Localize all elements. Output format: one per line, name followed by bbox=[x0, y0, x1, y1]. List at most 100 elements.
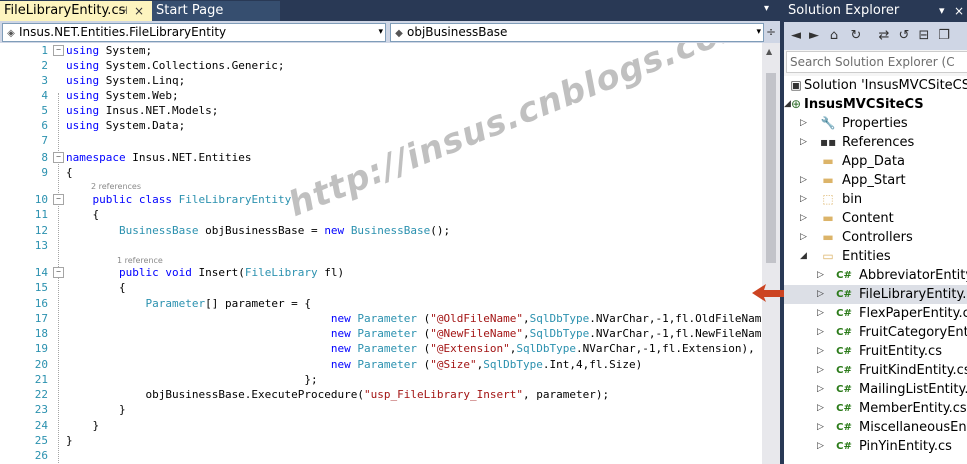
expand-icon[interactable]: ▷ bbox=[817, 418, 824, 437]
tree-item[interactable]: ▷ C# FlexPaperEntity.cs bbox=[784, 304, 967, 323]
expand-icon[interactable]: ▷ bbox=[800, 114, 807, 133]
expand-icon[interactable]: ▷ bbox=[817, 323, 824, 342]
expand-icon[interactable]: ▷ bbox=[800, 133, 807, 152]
tree-item-label: MemberEntity.cs bbox=[859, 401, 967, 416]
forward-icon[interactable]: ► bbox=[806, 28, 822, 44]
tree-item[interactable]: ▷ C# FileLibraryEntity.cs bbox=[784, 285, 967, 304]
expand-icon[interactable]: ▷ bbox=[817, 266, 824, 285]
code-line[interactable]: 5 using Insus.NET.Models; bbox=[0, 103, 762, 118]
tree-item[interactable]: ◢ ▭ Entities bbox=[784, 247, 967, 266]
back-icon[interactable]: ◄ bbox=[788, 28, 804, 44]
code-text: } bbox=[66, 402, 126, 417]
code-area[interactable]: 1− using System; 2 using System.Collections… bbox=[0, 43, 762, 464]
code-line[interactable]: 10− public class FileLibraryEntity bbox=[0, 192, 762, 207]
code-line[interactable]: 14− public void Insert(FileLibrary fl) bbox=[0, 265, 762, 280]
collapse-icon[interactable]: − bbox=[53, 152, 64, 163]
collapse-icon[interactable]: − bbox=[53, 267, 64, 278]
tree-item[interactable]: ▷ ▪▪ References bbox=[784, 133, 967, 152]
expand-icon[interactable]: ▷ bbox=[817, 285, 824, 304]
tree-item-label: Content bbox=[842, 211, 894, 226]
expand-icon[interactable]: ▷ bbox=[817, 342, 824, 361]
collapse-icon[interactable]: − bbox=[53, 45, 64, 56]
search-input[interactable]: Search Solution Explorer (C bbox=[786, 51, 967, 73]
codelens-references[interactable]: 2 references bbox=[91, 181, 141, 192]
sync-icon[interactable]: ⇄ bbox=[876, 28, 892, 44]
scroll-up-icon[interactable]: ▲ bbox=[766, 47, 772, 56]
codelens-references[interactable]: 1 reference bbox=[117, 255, 163, 266]
tree-item[interactable]: ▷ C# PinYinEntity.cs bbox=[784, 437, 967, 456]
code-text: } bbox=[66, 418, 99, 433]
tab-dropdown-icon[interactable]: ▾ bbox=[764, 3, 769, 14]
code-token: SqlDbType bbox=[516, 342, 576, 355]
tree-item[interactable]: ▷ C# FruitEntity.cs bbox=[784, 342, 967, 361]
code-token: using bbox=[66, 89, 100, 102]
code-line[interactable]: 20 new Parameter ("@Size",SqlDbType.Int,… bbox=[0, 357, 762, 372]
expand-icon[interactable]: ▷ bbox=[817, 361, 824, 380]
code-line[interactable]: 25} bbox=[0, 433, 762, 448]
code-line[interactable]: 7 bbox=[0, 133, 762, 148]
code-line[interactable]: 6 using System.Data; bbox=[0, 118, 762, 133]
code-token: FileLibrary bbox=[244, 266, 318, 279]
tree-item[interactable]: ▷ ▬ App_Start bbox=[784, 171, 967, 190]
tree-item[interactable]: ▷ ▬ Content bbox=[784, 209, 967, 228]
tree-item[interactable]: ▷ C# MiscellaneousEntit bbox=[784, 418, 967, 437]
code-line[interactable]: 16 Parameter[] parameter = { bbox=[0, 296, 762, 311]
code-line[interactable]: 26 bbox=[0, 448, 762, 463]
close-icon[interactable]: × bbox=[134, 1, 144, 21]
type-selector-dropdown[interactable]: ◈ Insus.NET.Entities.FileLibraryEntity ▾ bbox=[2, 23, 386, 42]
pin-icon[interactable]: ⊣ bbox=[118, 1, 128, 21]
close-icon[interactable]: × bbox=[954, 0, 964, 22]
code-line[interactable]: 13 bbox=[0, 238, 762, 253]
expand-icon[interactable]: ▷ bbox=[800, 190, 807, 209]
tree-item[interactable]: ◢ ⊕ InsusMVCSiteCS bbox=[784, 95, 967, 114]
expand-icon[interactable]: ▷ bbox=[817, 399, 824, 418]
tree-item[interactable]: ▷ C# AbbreviatorEntity.c bbox=[784, 266, 967, 285]
code-line[interactable]: 24 } bbox=[0, 418, 762, 433]
collapse-icon[interactable]: − bbox=[53, 194, 64, 205]
tree-item[interactable]: ▷ C# MemberEntity.cs bbox=[784, 399, 967, 418]
dropdown-icon[interactable]: ▾ bbox=[939, 0, 945, 22]
show-all-files-icon[interactable]: ❐ bbox=[936, 28, 952, 44]
code-text: }; bbox=[66, 372, 317, 387]
tab-filelibraryentity[interactable]: FileLibraryEntity.cs ⊣ × bbox=[0, 1, 156, 21]
collapse-icon[interactable]: ◢ bbox=[800, 247, 807, 266]
code-line[interactable]: 15 { bbox=[0, 280, 762, 295]
split-window-icon[interactable]: ÷ bbox=[765, 23, 777, 41]
tab-start-page[interactable]: Start Page bbox=[152, 1, 280, 21]
expand-icon[interactable]: ▷ bbox=[800, 171, 807, 190]
code-line[interactable]: 23 } bbox=[0, 402, 762, 417]
tree-item[interactable]: ▬ App_Data bbox=[784, 152, 967, 171]
expand-icon[interactable]: ▷ bbox=[817, 380, 824, 399]
code-text: using System.Data; bbox=[66, 118, 185, 133]
tree-item[interactable]: ▷ ▬ Controllers bbox=[784, 228, 967, 247]
expand-icon[interactable]: ▷ bbox=[817, 304, 824, 323]
code-line[interactable]: 4 using System.Web; bbox=[0, 88, 762, 103]
code-editor: FileLibraryEntity.cs ⊣ × Start Page ▾ ◈ I… bbox=[0, 0, 780, 464]
scrollbar-thumb[interactable] bbox=[766, 73, 776, 263]
code-line[interactable]: 11 { bbox=[0, 207, 762, 222]
member-selector-dropdown[interactable]: ◆ objBusinessBase ▾ bbox=[390, 23, 764, 42]
tree-item-label: App_Data bbox=[842, 154, 905, 169]
refresh-icon[interactable]: ↺ bbox=[896, 28, 912, 44]
code-line[interactable]: 18 new Parameter ("@NewFileName",SqlDbTy… bbox=[0, 326, 762, 341]
tree-item[interactable]: ▷ C# FruitKindEntity.cs bbox=[784, 361, 967, 380]
tree-item[interactable]: ▷ C# FruitCategoryEntity bbox=[784, 323, 967, 342]
csharp-file-icon: C# bbox=[836, 327, 852, 338]
tree-item[interactable]: ▷ ⬚ bin bbox=[784, 190, 967, 209]
code-line[interactable]: 19 new Parameter ("@Extension",SqlDbType… bbox=[0, 341, 762, 356]
expand-icon[interactable]: ▷ bbox=[800, 209, 807, 228]
home-icon[interactable]: ⌂ bbox=[826, 28, 842, 44]
code-token: new bbox=[330, 358, 351, 371]
code-line[interactable]: 17 new Parameter ("@OldFileName",SqlDbTy… bbox=[0, 311, 762, 326]
code-line[interactable]: 21 }; bbox=[0, 372, 762, 387]
expand-icon[interactable]: ▷ bbox=[817, 437, 824, 456]
tree-item[interactable]: ▷ C# MailingListEntity.cs bbox=[784, 380, 967, 399]
vertical-scrollbar[interactable]: ▲ bbox=[762, 43, 780, 464]
code-line[interactable]: 12 BusinessBase objBusinessBase = new Bu… bbox=[0, 223, 762, 238]
tree-item[interactable]: ▣Solution 'InsusMVCSiteCS' (1 bbox=[784, 76, 967, 95]
expand-icon[interactable]: ▷ bbox=[800, 228, 807, 247]
code-line[interactable]: 22 objBusinessBase.ExecuteProcedure("usp… bbox=[0, 387, 762, 402]
history-icon[interactable]: ↻ bbox=[848, 28, 864, 44]
tree-item[interactable]: ▷ 🔧 Properties bbox=[784, 114, 967, 133]
collapse-all-icon[interactable]: ⊟ bbox=[916, 28, 932, 44]
